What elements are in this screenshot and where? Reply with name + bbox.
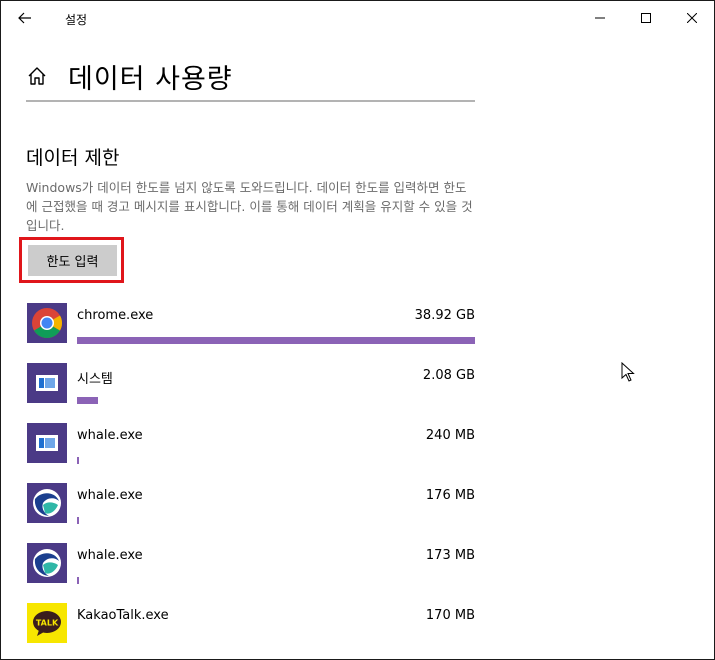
app-name: 시스템: [77, 372, 113, 387]
app-name: whale.exe: [77, 428, 143, 443]
app-usage-row: TALK KakaoTalk.exe 170 MB: [26, 603, 476, 659]
app-data-size: 2.08 GB: [422, 368, 475, 383]
settings-window: 설정 데이터 사용량 데이터 제한 Windows가 데이터 한도를 넘지 않도…: [0, 0, 715, 660]
app-usage-row: chrome.exe 38.92 GB: [26, 303, 476, 363]
minimize-icon: [595, 17, 605, 19]
back-button[interactable]: [13, 7, 37, 29]
app-data-size: 176 MB: [425, 488, 475, 503]
system-icon: [27, 423, 67, 463]
whale-icon: [27, 483, 67, 523]
usage-bar: [77, 577, 79, 584]
maximize-icon: [641, 13, 651, 23]
app-usage-row: whale.exe 240 MB: [26, 423, 476, 483]
title-bar: 설정: [1, 1, 714, 35]
page-title: 데이터 사용량: [68, 64, 233, 95]
app-usage-row: 시스템 2.08 GB: [26, 363, 476, 423]
svg-text:TALK: TALK: [36, 619, 59, 628]
app-data-size: 240 MB: [425, 428, 475, 443]
maximize-button[interactable]: [623, 1, 669, 35]
usage-bar: [77, 337, 475, 344]
app-usage-list: chrome.exe 38.92 GB 시스템 2.08 GB whale.ex: [26, 303, 476, 659]
app-usage-row: whale.exe 173 MB: [26, 543, 476, 603]
mouse-cursor-icon: [621, 362, 635, 382]
close-button[interactable]: [669, 1, 714, 35]
usage-bar: [77, 517, 79, 524]
app-data-size: 38.92 GB: [414, 308, 475, 323]
close-icon: [687, 13, 697, 23]
app-data-size: 170 MB: [425, 608, 475, 623]
kakaotalk-icon: TALK: [27, 603, 67, 643]
app-name: KakaoTalk.exe: [77, 608, 169, 623]
app-name: whale.exe: [77, 488, 143, 503]
whale-icon: [27, 543, 67, 583]
usage-bar: [77, 397, 98, 404]
window-title: 설정: [65, 13, 88, 27]
minimize-button[interactable]: [577, 1, 623, 35]
enter-limit-button[interactable]: 한도 입력: [28, 245, 117, 276]
arrow-left-icon: [18, 12, 31, 24]
app-name: chrome.exe: [77, 308, 154, 323]
data-limit-heading: 데이터 제한: [26, 147, 120, 169]
data-limit-description: Windows가 데이터 한도를 넘지 않도록 도와드립니다. 데이터 한도를 …: [26, 180, 473, 233]
app-usage-row: whale.exe 176 MB: [26, 483, 476, 543]
home-icon[interactable]: [26, 65, 48, 87]
header-divider: [26, 100, 475, 102]
app-name: whale.exe: [77, 548, 143, 563]
usage-bar: [77, 457, 79, 464]
chrome-icon: [27, 303, 67, 343]
app-data-size: 173 MB: [425, 548, 475, 563]
system-icon: [27, 363, 67, 403]
